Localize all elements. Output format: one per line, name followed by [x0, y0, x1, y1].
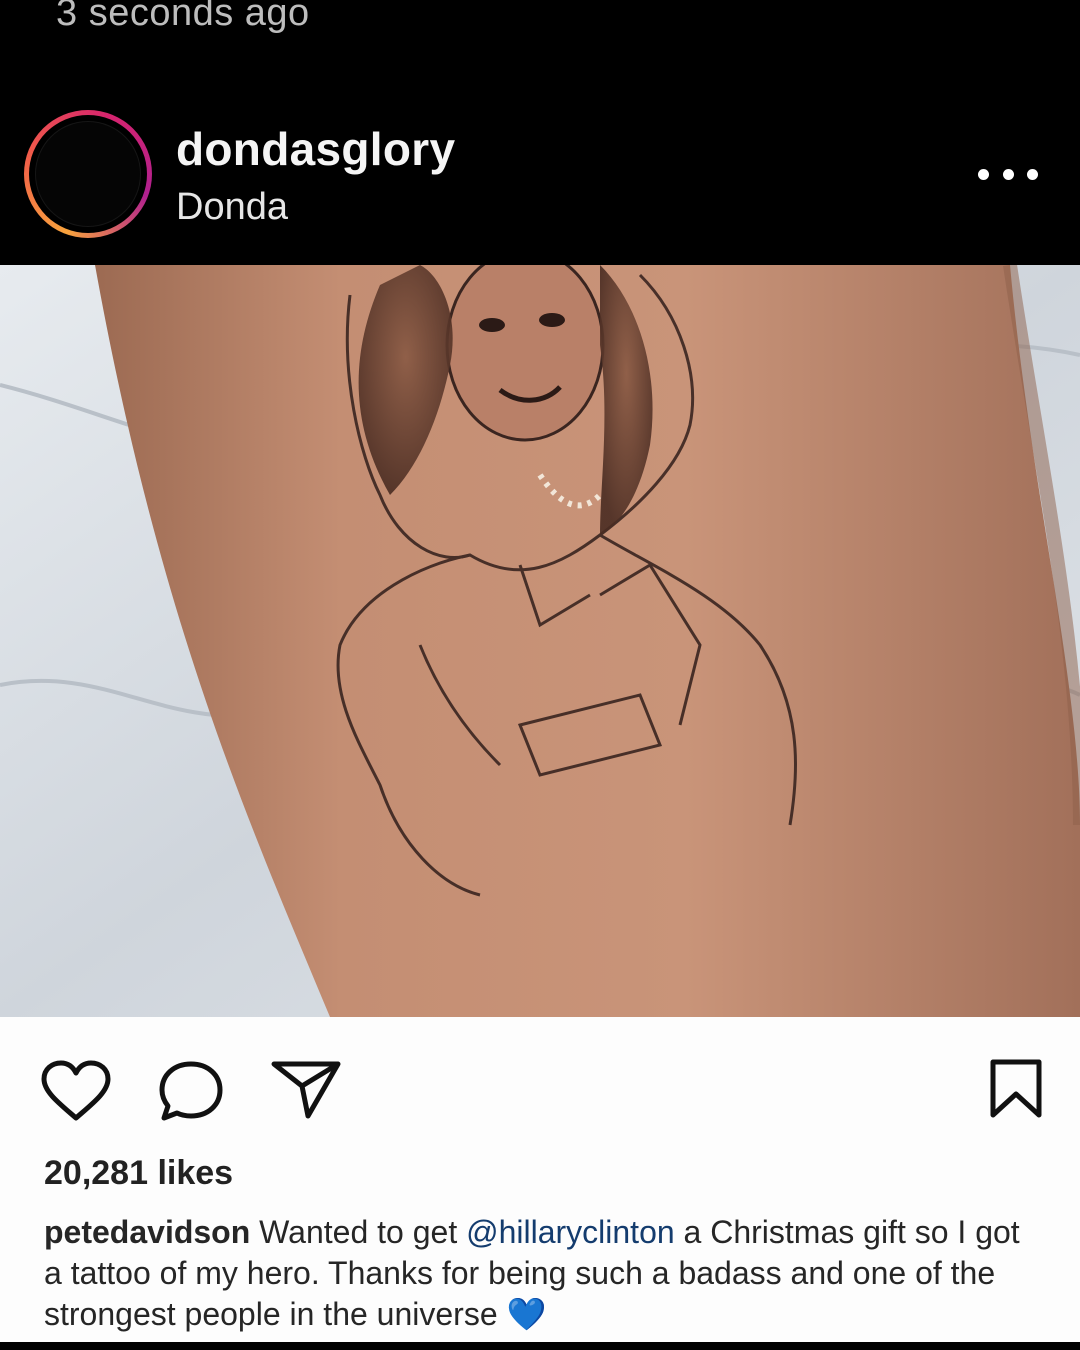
post-image[interactable]: [0, 265, 1080, 1017]
tattoo-photo-illustration: [0, 265, 1080, 1017]
heart-icon[interactable]: [40, 1060, 112, 1122]
post-location[interactable]: Donda: [176, 186, 288, 229]
profile-avatar[interactable]: [24, 110, 152, 238]
bookmark-icon[interactable]: [988, 1058, 1044, 1120]
more-options-button[interactable]: [978, 156, 1038, 192]
comment-icon[interactable]: [156, 1060, 226, 1122]
likes-count[interactable]: 20,281 likes: [44, 1154, 233, 1193]
more-horizontal-icon: [978, 168, 989, 180]
post-timestamp: 3 seconds ago: [56, 0, 310, 34]
post-caption: petedavidson Wanted to get @hillaryclint…: [44, 1212, 1044, 1335]
caption-author[interactable]: petedavidson: [44, 1214, 250, 1250]
caption-mention[interactable]: @hillaryclinton: [466, 1214, 675, 1250]
bottom-bar: [0, 1342, 1080, 1350]
send-icon[interactable]: [270, 1058, 342, 1122]
caption-text-before: Wanted to get: [259, 1214, 458, 1250]
post-username[interactable]: dondasglory: [176, 122, 455, 176]
avatar-image: [35, 121, 141, 227]
blue-heart-emoji: 💙: [506, 1296, 547, 1332]
